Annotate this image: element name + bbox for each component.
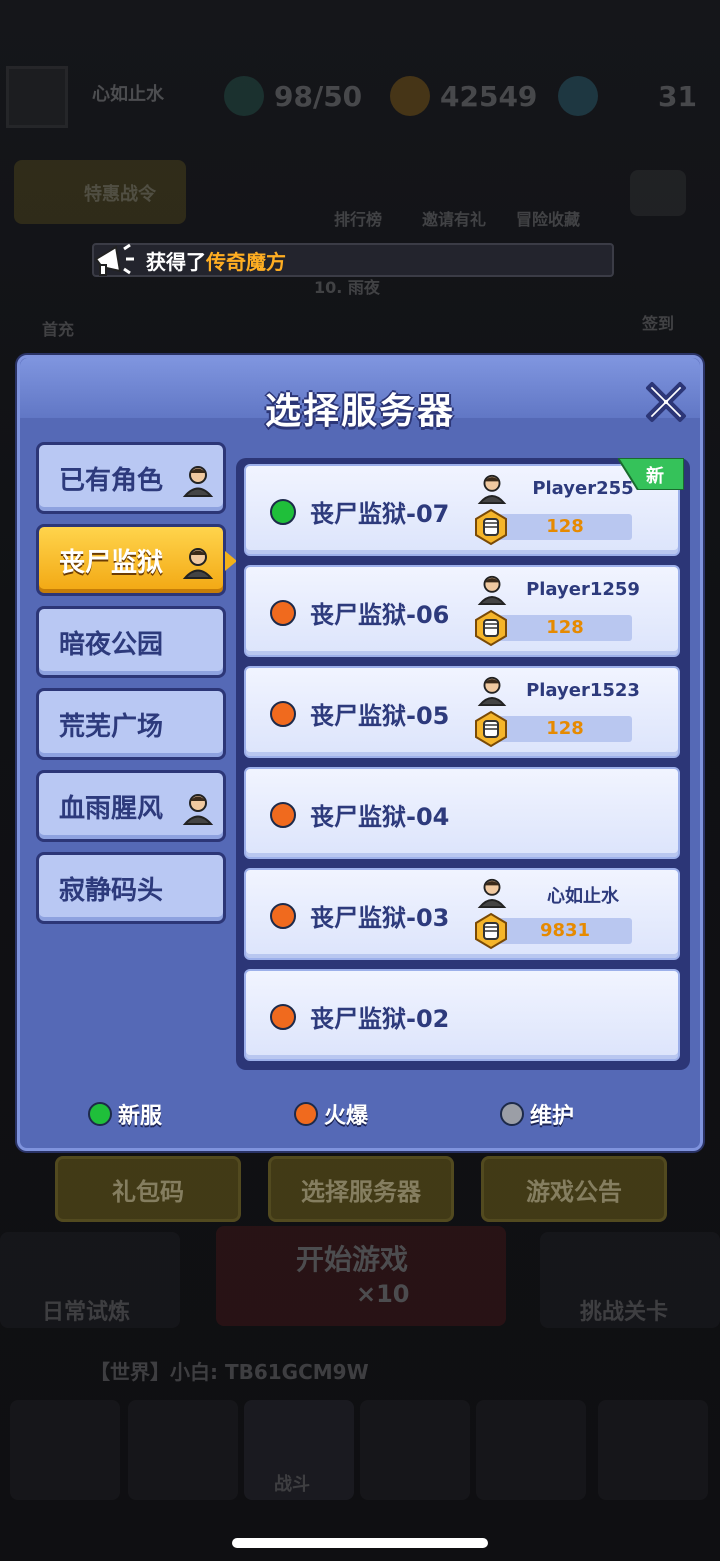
server-row-05[interactable]: 丧尸监狱-05 Player1523 128 <box>244 666 680 758</box>
legend-new-dot <box>88 1102 112 1126</box>
player-avatar[interactable] <box>6 66 68 128</box>
sign-in-button[interactable]: 签到 <box>642 310 674 334</box>
invite-button[interactable]: 邀请有礼 <box>422 206 486 230</box>
player-icon <box>477 474 507 504</box>
nav-item-equip[interactable] <box>128 1400 238 1500</box>
leaderboard-button[interactable]: 排行榜 <box>334 206 382 230</box>
gem-icon <box>558 76 598 116</box>
role-icon <box>182 794 214 825</box>
fist-icon <box>475 508 507 546</box>
close-icon[interactable] <box>638 374 694 430</box>
battle-pass-button[interactable]: 特惠战令 <box>14 160 186 224</box>
tab-barren-square[interactable]: 荒芜广场 <box>36 688 226 760</box>
server-row-04[interactable]: 丧尸监狱-04 <box>244 767 680 859</box>
server-row-07[interactable]: 丧尸监狱-07 Player255 128 新 <box>244 458 684 556</box>
challenge-button[interactable]: 挑战关卡 <box>540 1232 720 1328</box>
toast-item: 传奇魔方 <box>206 249 286 274</box>
nav-item-battle[interactable]: 战斗 <box>244 1400 354 1500</box>
server-row-06[interactable]: 丧尸监狱-06 Player1259 128 <box>244 565 680 657</box>
status-hot-dot <box>270 903 296 929</box>
top-status-bar: 心如止水 98/50 42549 31 <box>0 60 720 130</box>
status-hot-dot <box>270 701 296 727</box>
coin-icon <box>390 76 430 116</box>
server-row-03[interactable]: 丧尸监狱-03 心如止水 9831 <box>244 868 680 960</box>
status-hot-dot <box>270 600 296 626</box>
gift-code-button[interactable]: 礼包码 <box>55 1156 241 1222</box>
player-icon <box>477 676 507 706</box>
tab-silent-dock[interactable]: 寂静码头 <box>36 852 226 924</box>
power-value: 128 <box>498 514 632 540</box>
legend-new: 新服 <box>88 1098 162 1130</box>
energy-icon <box>224 76 264 116</box>
nav-item-hero[interactable] <box>360 1400 470 1500</box>
status-hot-dot <box>270 1004 296 1030</box>
nav-item-shop[interactable] <box>10 1400 120 1500</box>
player-icon <box>477 878 507 908</box>
coin-counter[interactable]: 42549 <box>390 74 537 118</box>
legend-maintenance: 维护 <box>500 1098 574 1130</box>
world-chat-line[interactable]: 【世界】小白: TB61GCM9W <box>90 1356 369 1385</box>
tab-dark-park[interactable]: 暗夜公园 <box>36 606 226 678</box>
player-icon <box>477 575 507 605</box>
top-feature-row: 特惠战令 排行榜 邀请有礼 冒险收藏 <box>0 160 720 230</box>
server-row-02[interactable]: 丧尸监狱-02 <box>244 969 680 1061</box>
status-hot-dot <box>270 802 296 828</box>
power-value: 9831 <box>498 918 632 944</box>
tab-blood-rain[interactable]: 血雨腥风 <box>36 770 226 842</box>
player-name: 心如止水 <box>92 84 164 105</box>
nav-item-skill[interactable] <box>476 1400 586 1500</box>
role-icon <box>182 466 214 497</box>
reward-toast: 获得了 传奇魔方 <box>92 243 614 277</box>
level-title: 10. 雨夜 <box>314 278 380 297</box>
tab-existing-roles[interactable]: 已有角色 <box>36 442 226 514</box>
dialog-title: 选择服务器 <box>264 391 455 432</box>
power-value: 128 <box>498 615 632 641</box>
megaphone-icon <box>94 243 134 276</box>
fist-icon <box>475 710 507 748</box>
legend-maintenance-dot <box>500 1102 524 1126</box>
legend-hot-dot <box>294 1102 318 1126</box>
first-charge-button[interactable]: 首充 <box>42 316 74 340</box>
announcement-button[interactable]: 游戏公告 <box>481 1156 667 1222</box>
daily-trial-button[interactable]: 日常试炼 <box>0 1232 180 1328</box>
tab-zombie-prison[interactable]: 丧尸监狱 <box>36 524 237 596</box>
new-tag-label: 新 <box>646 466 664 487</box>
fist-icon <box>475 609 507 647</box>
menu-icon[interactable] <box>630 170 686 216</box>
collection-button[interactable]: 冒险收藏 <box>516 206 580 230</box>
home-indicator[interactable] <box>232 1538 488 1548</box>
fist-icon <box>475 912 507 950</box>
select-server-button[interactable]: 选择服务器 <box>268 1156 454 1222</box>
legend-hot: 火爆 <box>294 1098 368 1130</box>
role-icon <box>182 548 214 579</box>
gem-counter[interactable]: 31 <box>558 74 697 118</box>
power-value: 128 <box>498 716 632 742</box>
toast-prefix: 获得了 <box>146 249 206 274</box>
status-new-dot <box>270 499 296 525</box>
energy-counter[interactable]: 98/50 <box>224 74 362 118</box>
server-list: 丧尸监狱-07 Player255 128 新 丧尸监狱-06 Player12… <box>236 458 690 1070</box>
server-select-dialog: 选择服务器 已有角色 丧尸监狱 暗夜公园 荒芜广场 血雨腥风 寂静码头 丧尸监狱… <box>17 355 703 1151</box>
nav-item-home[interactable] <box>598 1400 708 1500</box>
start-game-button[interactable]: 开始游戏 ×10 <box>216 1226 506 1326</box>
